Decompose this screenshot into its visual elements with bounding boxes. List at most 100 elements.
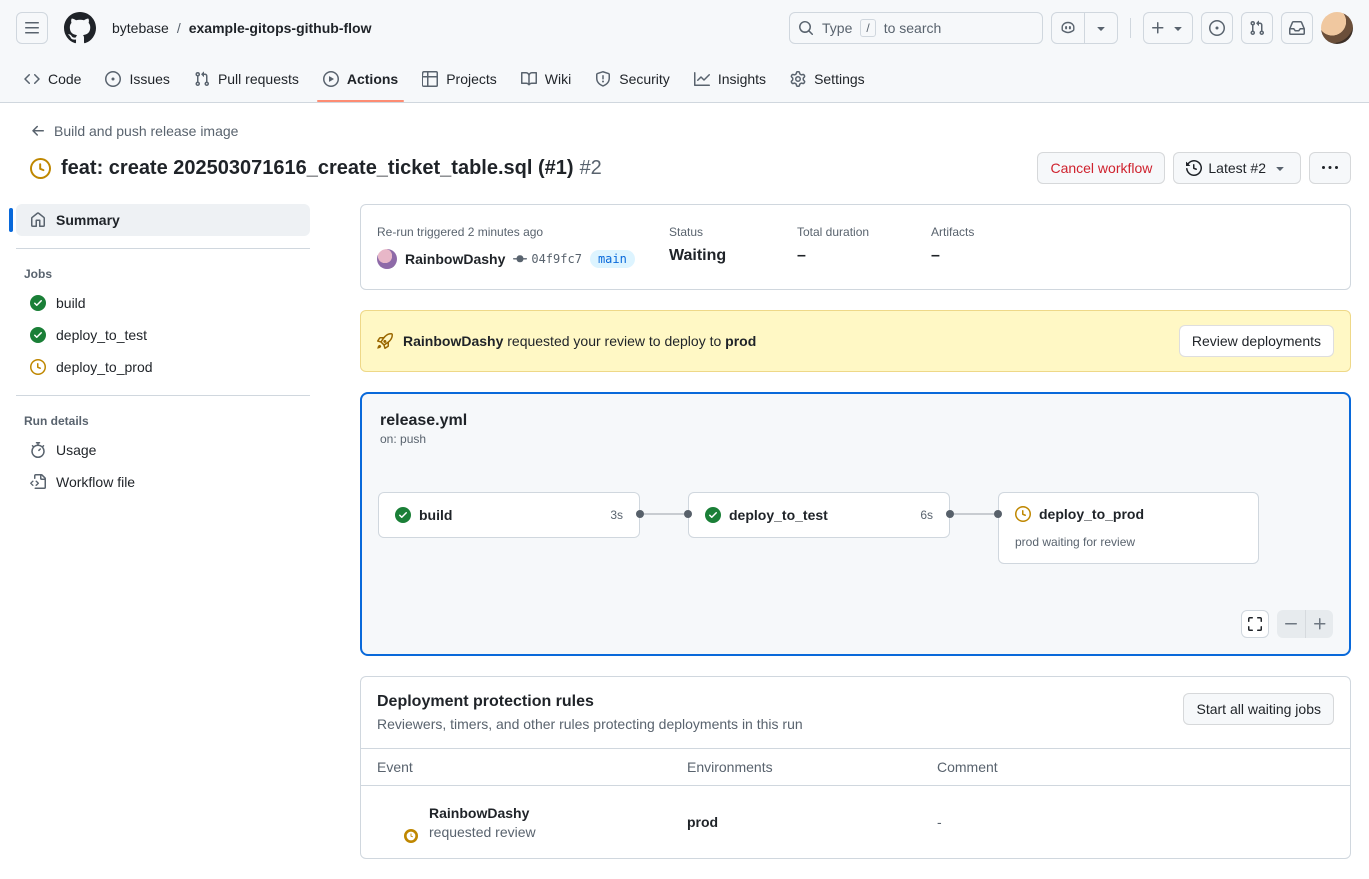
tab-code[interactable]: Code	[12, 56, 93, 102]
table-row: RainbowDashy requested review prod -	[361, 786, 1350, 858]
cancel-workflow-button[interactable]: Cancel workflow	[1037, 152, 1165, 184]
history-icon	[1186, 160, 1202, 176]
chevron-down-icon	[1093, 20, 1109, 36]
waiting-badge-icon	[402, 827, 420, 845]
workflow-graph-panel[interactable]: release.yml on: push build 3s deploy_to_…	[360, 392, 1351, 656]
waiting-clock-icon	[1015, 506, 1031, 522]
issues-button[interactable]	[1201, 12, 1233, 44]
graph-edge	[636, 492, 692, 536]
review-deployments-button[interactable]: Review deployments	[1179, 325, 1334, 357]
graph-node-deploy-to-prod[interactable]: deploy_to_prod prod waiting for review	[998, 492, 1259, 564]
banner-actor: RainbowDashy	[403, 333, 503, 349]
branch-badge[interactable]: main	[590, 250, 635, 268]
graph-node-deploy-to-test[interactable]: deploy_to_test 6s	[688, 492, 950, 538]
copilot-icon	[1060, 20, 1076, 36]
copilot-menu-button[interactable]	[1084, 13, 1117, 43]
review-request-text: RainbowDashy requested your review to de…	[403, 333, 756, 349]
tab-label: Projects	[446, 71, 497, 87]
banner-environment: prod	[725, 333, 756, 349]
zoom-in-button[interactable]	[1305, 610, 1333, 638]
event-description: requested review	[429, 824, 536, 840]
start-all-waiting-jobs-button[interactable]: Start all waiting jobs	[1183, 693, 1334, 725]
commit-sha-link[interactable]: 04f9fc7	[531, 252, 582, 266]
hamburger-menu-button[interactable]	[16, 12, 48, 44]
tab-projects[interactable]: Projects	[410, 56, 509, 102]
check-circle-icon	[30, 295, 46, 311]
rules-table-header: Event Environments Comment	[361, 748, 1350, 786]
artifacts-column-label: Artifacts	[931, 225, 974, 239]
fullscreen-button[interactable]	[1241, 610, 1269, 638]
tab-label: Wiki	[545, 71, 571, 87]
tab-insights[interactable]: Insights	[682, 56, 778, 102]
breadcrumb-org-link[interactable]: bytebase	[112, 20, 169, 36]
screen-full-icon	[1247, 616, 1263, 632]
run-sidebar: Summary Jobs build deploy_to_test deploy…	[16, 204, 310, 859]
zoom-out-button[interactable]	[1277, 610, 1305, 638]
play-icon	[323, 71, 339, 87]
tab-actions[interactable]: Actions	[311, 56, 410, 102]
deployment-protection-rules-card: Deployment protection rules Reviewers, t…	[360, 676, 1351, 859]
user-avatar[interactable]	[1321, 12, 1353, 44]
run-options-kebab-button[interactable]	[1309, 152, 1351, 184]
git-pull-request-icon	[1249, 20, 1265, 36]
comment-cell: -	[937, 814, 1334, 830]
table-icon	[422, 71, 438, 87]
node-name: deploy_to_prod	[1039, 506, 1242, 522]
banner-message: requested your review to deploy to	[503, 333, 725, 349]
page-title: feat: create 202503071616_create_ticket_…	[61, 157, 602, 180]
chevron-down-icon	[1272, 160, 1288, 176]
back-to-workflow-link[interactable]: Build and push release image	[30, 123, 238, 139]
graph-node-build[interactable]: build 3s	[378, 492, 640, 538]
slash-key-hint: /	[860, 19, 875, 37]
tab-label: Insights	[718, 71, 766, 87]
tab-label: Actions	[347, 71, 398, 87]
tab-pull-requests[interactable]: Pull requests	[182, 56, 311, 102]
create-new-button[interactable]	[1143, 12, 1193, 44]
reviewer-name[interactable]: RainbowDashy	[429, 805, 536, 821]
sidebar-item-summary[interactable]: Summary	[16, 204, 310, 236]
workflow-file-name: release.yml	[380, 412, 1331, 430]
sidebar-job-deploy-to-test[interactable]: deploy_to_test	[16, 319, 310, 351]
environment-cell: prod	[687, 814, 937, 830]
actor-name[interactable]: RainbowDashy	[405, 251, 505, 267]
workflow-name: Build and push release image	[54, 123, 238, 139]
rules-title: Deployment protection rules	[377, 693, 803, 711]
issue-opened-icon	[1209, 20, 1225, 36]
zoom-controls	[1277, 610, 1333, 638]
run-status-card: Re-run triggered 2 minutes ago RainbowDa…	[360, 204, 1351, 290]
sidebar-item-usage[interactable]: Usage	[16, 434, 310, 466]
sidebar-item-workflow-file[interactable]: Workflow file	[16, 466, 310, 498]
latest-run-dropdown[interactable]: Latest #2	[1173, 152, 1301, 184]
graph-edge	[946, 492, 1002, 536]
column-header-event: Event	[377, 759, 687, 775]
graph-icon	[694, 71, 710, 87]
node-duration: 6s	[920, 508, 933, 522]
pull-requests-button[interactable]	[1241, 12, 1273, 44]
reviewer-avatar[interactable]	[377, 802, 417, 842]
search-input[interactable]: Type / to search	[789, 12, 1043, 44]
sidebar-job-deploy-to-prod[interactable]: deploy_to_prod	[16, 351, 310, 383]
github-logo[interactable]	[64, 12, 96, 44]
actor-avatar[interactable]	[377, 249, 397, 269]
sidebar-job-build[interactable]: build	[16, 287, 310, 319]
tab-label: Settings	[814, 71, 865, 87]
artifacts-value: –	[931, 247, 974, 265]
sidebar-divider	[16, 395, 310, 396]
breadcrumb-repo-link[interactable]: example-gitops-github-flow	[189, 20, 372, 36]
copilot-button[interactable]	[1052, 13, 1084, 43]
jobs-heading: Jobs	[16, 261, 310, 287]
kebab-icon	[1322, 160, 1338, 176]
tab-security[interactable]: Security	[583, 56, 682, 102]
tab-issues[interactable]: Issues	[93, 56, 181, 102]
chevron-down-icon	[1170, 20, 1186, 36]
tab-settings[interactable]: Settings	[778, 56, 877, 102]
three-bars-icon	[25, 22, 39, 34]
node-name: deploy_to_test	[729, 507, 912, 523]
duration-value: –	[797, 247, 931, 265]
tab-wiki[interactable]: Wiki	[509, 56, 583, 102]
check-circle-icon	[30, 327, 46, 343]
gear-icon	[790, 71, 806, 87]
inbox-button[interactable]	[1281, 12, 1313, 44]
node-duration: 3s	[610, 508, 623, 522]
rules-subtitle: Reviewers, timers, and other rules prote…	[377, 716, 803, 732]
